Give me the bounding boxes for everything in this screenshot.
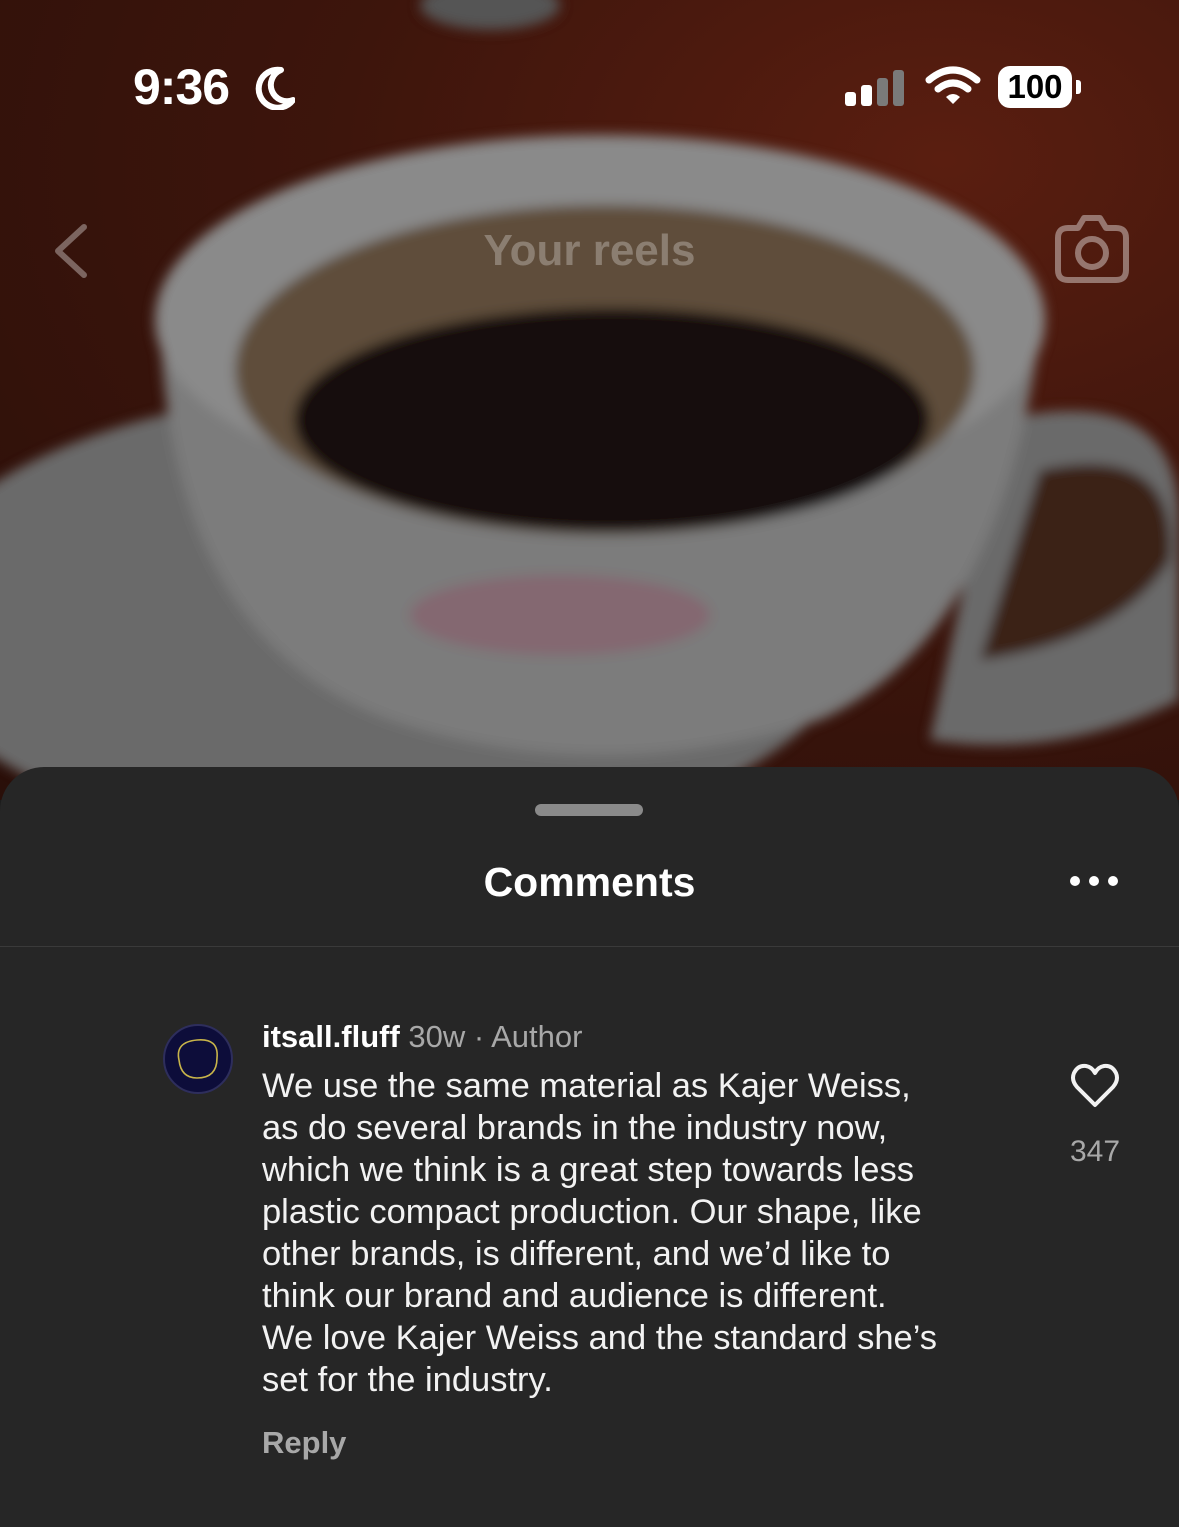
sheet-title: Comments	[483, 859, 696, 905]
wifi-icon	[925, 66, 981, 104]
battery-level: 100	[1007, 68, 1063, 105]
top-bar: Your reels	[0, 200, 1179, 300]
avatar[interactable]	[163, 1024, 233, 1094]
status-bar: 9:36 100	[0, 0, 1179, 160]
comment-username[interactable]: itsall.fluff	[262, 1019, 400, 1054]
comment-line: other brands, is different, and we’d lik…	[262, 1235, 891, 1273]
comment-text: We use the same material as Kajer Weiss,…	[262, 1065, 1022, 1401]
more-horizontal-icon[interactable]	[1068, 871, 1120, 891]
sheet-divider	[0, 946, 1179, 947]
reply-button[interactable]: Reply	[262, 1425, 346, 1461]
comment-line: set for the industry.	[262, 1361, 553, 1399]
comments-sheet: Comments itsall.fluff 30w · Author We us…	[0, 767, 1179, 1527]
comment-line: We love Kajer Weiss and the standard she…	[262, 1319, 938, 1357]
comment-separator: ·	[465, 1019, 492, 1054]
author-badge: Author	[491, 1019, 583, 1054]
moon-icon	[255, 66, 295, 110]
comment-age: 30w	[408, 1019, 466, 1054]
comment-line: as do several brands in the industry now…	[262, 1109, 888, 1147]
comment-line: which we think is a great step towards l…	[262, 1151, 914, 1189]
battery-cap	[1076, 80, 1081, 94]
cellular-signal-icon	[845, 70, 904, 106]
camera-icon[interactable]	[1054, 212, 1130, 284]
comment-line: think our brand and audience is differen…	[262, 1277, 887, 1315]
status-time: 9:36	[133, 59, 230, 115]
heart-icon[interactable]	[1070, 1063, 1120, 1109]
avatar-logo-icon	[177, 1039, 218, 1079]
comment-line: We use the same material as Kajer Weiss,	[262, 1067, 911, 1105]
page-title: Your reels	[483, 226, 696, 275]
sheet-drag-handle[interactable]	[535, 804, 643, 816]
comment-line: plastic compact production. Our shape, l…	[262, 1193, 922, 1231]
like-count: 347	[1069, 1135, 1121, 1168]
comment-header: itsall.fluff 30w · Author	[262, 1019, 582, 1055]
battery-icon: 100	[998, 66, 1072, 108]
